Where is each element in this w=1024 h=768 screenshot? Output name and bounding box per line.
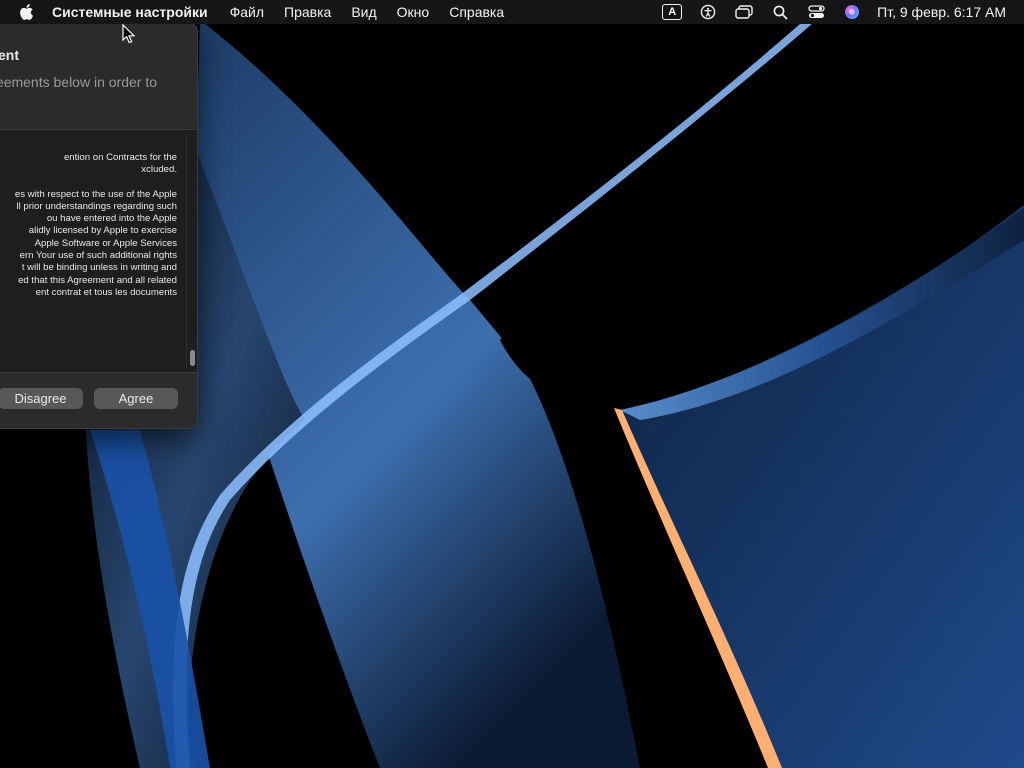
license-text-area[interactable]: ention on Contracts for the xcluded. es wi… (0, 129, 197, 373)
license-line: ern Your use of such additional rights (19, 250, 177, 262)
apple-logo-icon[interactable] (14, 4, 40, 20)
input-source-label: A (662, 4, 683, 20)
menu-window[interactable]: Окно (397, 4, 430, 20)
siri-icon[interactable] (841, 3, 863, 21)
license-text: ention on Contracts for the xcluded. es wi… (0, 152, 177, 299)
license-line: xcluded. (141, 164, 177, 176)
license-line: alidly licensed by Apple to exercise (28, 225, 177, 237)
license-scrollbar[interactable] (186, 134, 195, 368)
accessibility-icon[interactable] (697, 3, 719, 21)
window-title-text: ent (0, 47, 19, 63)
license-line: ou have entered into the Apple (46, 213, 177, 225)
license-line: ention on Contracts for the (63, 152, 177, 163)
menu-bar-clock[interactable]: Пт, 9 февр. 6:17 AM (877, 4, 1006, 20)
license-line: es with respect to the use of the Apple (14, 188, 177, 200)
agree-button[interactable]: Agree (94, 388, 178, 409)
scrollbar-thumb[interactable] (190, 350, 195, 366)
menu-bar: Системные настройки Файл Правка Вид Окно… (0, 0, 1024, 24)
disagree-button[interactable]: Disagree (0, 388, 83, 409)
menu-edit[interactable]: Правка (284, 4, 331, 20)
window-title: ent (0, 47, 197, 63)
menu-app-name[interactable]: Системные настройки (52, 4, 208, 20)
license-line: ent contrat et tous les documents (35, 286, 177, 298)
license-line: t will be binding unless in writing and (21, 262, 177, 274)
menu-view[interactable]: Вид (351, 4, 376, 20)
window-description: eements below in order to (0, 74, 157, 90)
menu-help[interactable]: Справка (449, 4, 504, 20)
license-line: ll prior understandings regarding such (16, 200, 177, 212)
license-line: Apple Software or Apple Services (34, 237, 177, 249)
spotlight-search-icon[interactable] (769, 3, 791, 21)
mouse-pointer-icon (122, 24, 136, 44)
license-line: ed that this Agreement and all related (18, 274, 177, 286)
menu-file[interactable]: Файл (230, 4, 264, 20)
keyboard-input-a-icon[interactable]: A (661, 3, 683, 21)
screen-mirroring-icon[interactable] (733, 3, 755, 21)
control-center-icon[interactable] (805, 3, 827, 21)
license-line (0, 177, 177, 189)
license-agreement-window: ent eements below in order to ention on … (0, 22, 198, 429)
